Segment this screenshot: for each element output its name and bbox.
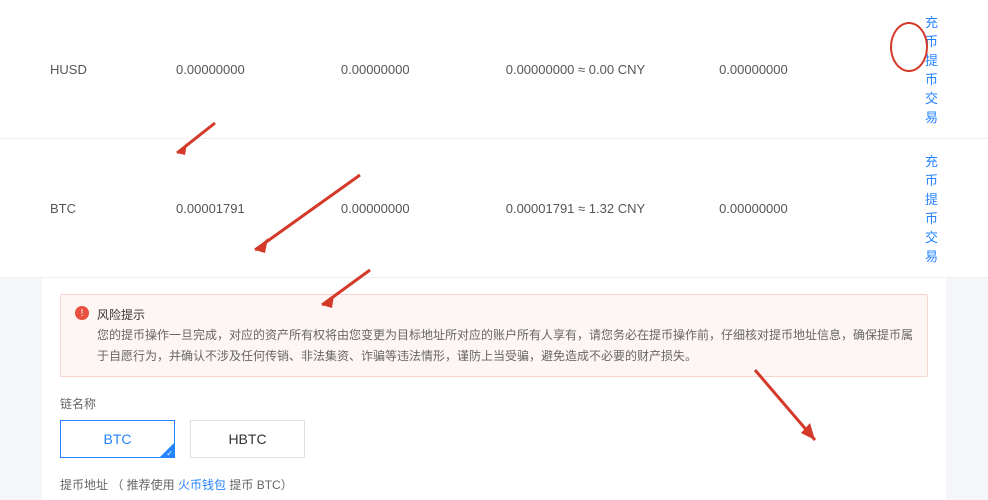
symbol: BTC xyxy=(50,201,176,216)
deposit-link[interactable]: 充币 xyxy=(925,154,938,188)
frozen: 0.00000000 xyxy=(341,201,506,216)
deposit-link[interactable]: 充币 xyxy=(925,15,938,49)
available: 0.00001791 xyxy=(176,201,341,216)
withdraw-link[interactable]: 提币 xyxy=(925,192,938,226)
wallet-link[interactable]: 火币钱包 xyxy=(178,478,226,492)
chain-option-btc[interactable]: BTC xyxy=(60,420,175,458)
warning-icon: ! xyxy=(75,306,89,320)
chain-label: 链名称 xyxy=(60,395,928,412)
available: 0.00000000 xyxy=(176,62,341,77)
other: 0.00000000 xyxy=(719,201,913,216)
asset-row-btc: BTC 0.00001791 0.00000000 0.00001791 ≈ 1… xyxy=(0,139,988,278)
trade-link[interactable]: 交易 xyxy=(925,230,938,264)
cny-value: 0.00000000 ≈ 0.00 CNY xyxy=(506,62,719,77)
risk-warning: ! 风险提示 您的提币操作一旦完成，对应的资产所有权将由您变更为目标地址所对应的… xyxy=(60,294,928,377)
trade-link[interactable]: 交易 xyxy=(925,91,938,125)
withdraw-link[interactable]: 提币 xyxy=(925,53,938,87)
warning-body: 您的提币操作一旦完成，对应的资产所有权将由您变更为目标地址所对应的账户所有人享有… xyxy=(97,328,913,362)
other: 0.00000000 xyxy=(719,62,913,77)
symbol: HUSD xyxy=(50,62,176,77)
asset-row-husd: HUSD 0.00000000 0.00000000 0.00000000 ≈ … xyxy=(0,0,988,139)
warning-title: 风险提示 xyxy=(97,308,145,322)
chain-option-hbtc[interactable]: HBTC xyxy=(190,420,305,458)
frozen: 0.00000000 xyxy=(341,62,506,77)
address-label: 提币地址 （ 推荐使用 火币钱包 提币 BTC） xyxy=(60,476,928,493)
cny-value: 0.00001791 ≈ 1.32 CNY xyxy=(506,201,719,216)
